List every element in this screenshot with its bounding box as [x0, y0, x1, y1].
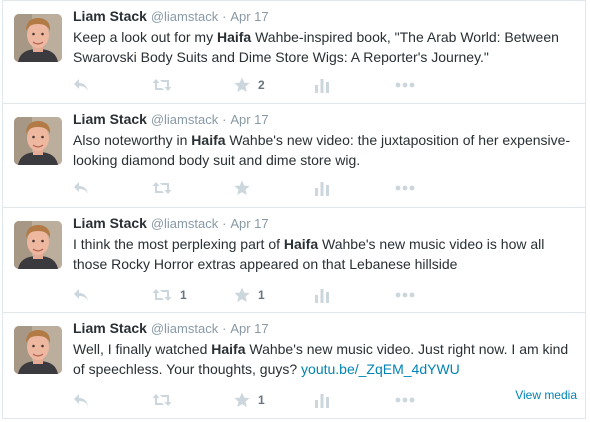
username[interactable]: @liamstack [151, 321, 218, 336]
retweet-icon [152, 181, 172, 195]
star-icon [234, 287, 250, 303]
avatar[interactable] [14, 326, 62, 374]
avatar[interactable] [14, 14, 62, 62]
retweet-button[interactable]: 1 [152, 285, 187, 305]
avatar[interactable] [14, 117, 62, 165]
tweet-text-segment: Well, I finally watched [73, 341, 212, 357]
hashtag-keyword[interactable]: Haifa [191, 132, 225, 148]
tweet-header: Liam Stack @liamstack · Apr 17 [73, 6, 269, 27]
reply-icon [73, 78, 89, 92]
retweet-icon [152, 288, 172, 302]
hashtag-keyword[interactable]: Haifa [211, 341, 245, 357]
reply-button[interactable] [73, 75, 89, 95]
retweet-icon [152, 393, 172, 407]
more-icon [395, 82, 415, 88]
fullname[interactable]: Liam Stack [73, 8, 147, 24]
timestamp[interactable]: Apr 17 [230, 9, 268, 24]
separator: · [222, 216, 227, 231]
retweet-button[interactable] [152, 390, 180, 410]
username[interactable]: @liamstack [151, 9, 218, 24]
stats-icon [315, 392, 329, 408]
favorite-count: 1 [258, 393, 265, 407]
tweet-actions [73, 178, 583, 198]
separator: · [222, 9, 227, 24]
tweet[interactable]: Liam Stack @liamstack · Apr 17 Also note… [2, 104, 586, 208]
fullname[interactable]: Liam Stack [73, 111, 147, 127]
timestamp[interactable]: Apr 17 [230, 216, 268, 231]
tweet-actions: 2 [73, 75, 583, 95]
more-button[interactable] [395, 178, 415, 198]
more-icon [395, 292, 415, 298]
stats-button[interactable] [315, 390, 329, 410]
reply-icon [73, 181, 89, 195]
tweet-text: Also noteworthy in Haifa Wahbe's new vid… [73, 130, 578, 170]
hashtag-keyword[interactable]: Haifa [284, 236, 318, 252]
stats-icon [315, 77, 329, 93]
fullname[interactable]: Liam Stack [73, 320, 147, 336]
stats-button[interactable] [315, 178, 329, 198]
more-button[interactable] [395, 390, 415, 410]
tweet-actions: 1 [73, 390, 583, 410]
tweet-header: Liam Stack @liamstack · Apr 17 [73, 318, 269, 339]
tweet[interactable]: Liam Stack @liamstack · Apr 17 Well, I f… [2, 313, 586, 419]
tweet-header: Liam Stack @liamstack · Apr 17 [73, 213, 269, 234]
view-media-link[interactable]: View media [515, 388, 577, 402]
reply-icon [73, 393, 89, 407]
reply-icon [73, 288, 89, 302]
stats-icon [315, 180, 329, 196]
retweet-button[interactable] [152, 75, 180, 95]
timeline: Liam Stack @liamstack · Apr 17 Keep a lo… [0, 0, 590, 422]
tweet-header: Liam Stack @liamstack · Apr 17 [73, 109, 269, 130]
avatar[interactable] [14, 221, 62, 269]
favorite-count: 1 [258, 288, 265, 302]
tweet-text-segment: Keep a look out for my [73, 29, 217, 45]
reply-button[interactable] [73, 178, 89, 198]
timestamp[interactable]: Apr 17 [230, 112, 268, 127]
tweet-text: Keep a look out for my Haifa Wahbe-inspi… [73, 27, 578, 67]
reply-button[interactable] [73, 285, 89, 305]
star-icon [234, 77, 250, 93]
retweet-count: 1 [180, 288, 187, 302]
retweet-button[interactable] [152, 178, 180, 198]
more-button[interactable] [395, 285, 415, 305]
username[interactable]: @liamstack [151, 216, 218, 231]
more-icon [395, 397, 415, 403]
fullname[interactable]: Liam Stack [73, 215, 147, 231]
stats-icon [315, 287, 329, 303]
retweet-icon [152, 78, 172, 92]
more-icon [395, 185, 415, 191]
tweet-link[interactable]: youtu.be/_ZqEM_4dYWU [301, 361, 460, 377]
stats-button[interactable] [315, 75, 329, 95]
stats-button[interactable] [315, 285, 329, 305]
tweet-text-segment: Also noteworthy in [73, 132, 192, 148]
tweet-text: Well, I finally watched Haifa Wahbe's ne… [73, 339, 578, 379]
favorite-button[interactable]: 1 [234, 390, 265, 410]
favorite-button[interactable]: 1 [234, 285, 265, 305]
tweet[interactable]: Liam Stack @liamstack · Apr 17 Keep a lo… [2, 0, 586, 104]
favorite-button[interactable] [234, 178, 258, 198]
separator: · [222, 321, 227, 336]
favorite-count: 2 [258, 78, 265, 92]
separator: · [222, 112, 227, 127]
hashtag-keyword[interactable]: Haifa [217, 29, 251, 45]
star-icon [234, 392, 250, 408]
timestamp[interactable]: Apr 17 [230, 321, 268, 336]
tweet[interactable]: Liam Stack @liamstack · Apr 17 I think t… [2, 208, 586, 313]
star-icon [234, 180, 250, 196]
more-button[interactable] [395, 75, 415, 95]
tweet-actions: 1 1 [73, 285, 583, 305]
favorite-button[interactable]: 2 [234, 75, 265, 95]
reply-button[interactable] [73, 390, 89, 410]
tweet-text-segment: I think the most perplexing part of [73, 236, 284, 252]
tweet-text: I think the most perplexing part of Haif… [73, 234, 578, 274]
username[interactable]: @liamstack [151, 112, 218, 127]
